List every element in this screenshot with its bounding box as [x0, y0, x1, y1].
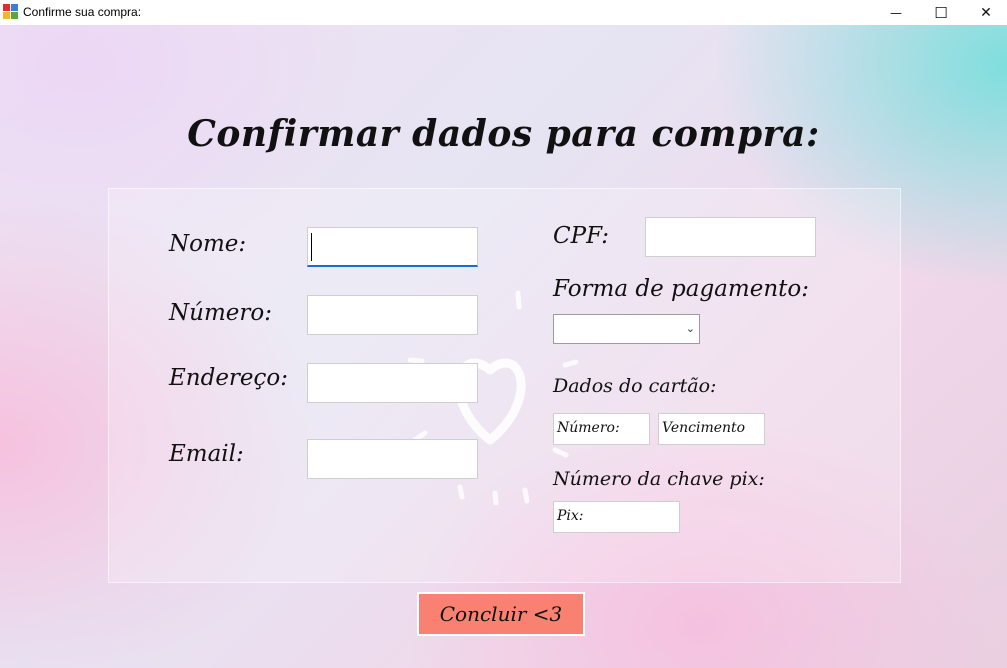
email-label: Email: — [169, 441, 244, 467]
form-client-area: Confirmar dados para compra: Nome: Númer… — [0, 25, 1007, 668]
email-input[interactable] — [307, 439, 478, 479]
minimize-icon: — — [890, 5, 902, 20]
pix-input[interactable]: Pix: — [553, 501, 680, 533]
close-icon: ✕ — [980, 4, 992, 21]
pix-label: Número da chave pix: — [553, 468, 765, 490]
minimize-button[interactable]: — — [873, 0, 919, 25]
page-title: Confirmar dados para compra: — [187, 113, 820, 155]
cartao-label: Dados do cartão: — [553, 375, 717, 397]
nome-input[interactable] — [307, 227, 478, 267]
endereco-label: Endereço: — [169, 365, 289, 391]
maximize-icon: ☐ — [934, 3, 948, 22]
endereco-input[interactable] — [307, 363, 478, 403]
cpf-input[interactable] — [645, 217, 816, 257]
cpf-label: CPF: — [553, 223, 609, 249]
cartao-numero-input[interactable]: Número: — [553, 413, 650, 445]
text-caret — [311, 233, 312, 261]
pagamento-dropdown[interactable]: ⌄ — [553, 314, 700, 344]
window-title: Confirme sua compra: — [23, 5, 142, 19]
numero-label: Número: — [169, 300, 272, 326]
title-bar: Confirme sua compra: — ☐ ✕ — [0, 0, 1007, 25]
close-button[interactable]: ✕ — [963, 0, 1007, 25]
numero-input[interactable] — [307, 295, 478, 335]
concluir-button-label: Concluir <3 — [439, 602, 563, 626]
nome-label: Nome: — [169, 231, 247, 257]
app-icon — [3, 4, 19, 20]
maximize-button[interactable]: ☐ — [918, 0, 964, 25]
cartao-vencimento-input[interactable]: Vencimento — [658, 413, 765, 445]
concluir-button[interactable]: Concluir <3 — [417, 592, 585, 636]
pagamento-label: Forma de pagamento: — [553, 276, 809, 302]
chevron-down-icon: ⌄ — [685, 322, 695, 335]
